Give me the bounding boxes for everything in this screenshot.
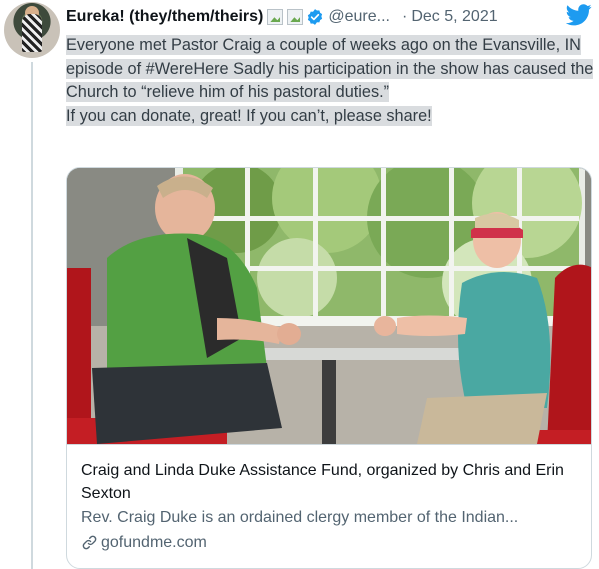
link-card[interactable]: Craig and Linda Duke Assistance Fund, or…: [66, 167, 592, 569]
card-photo-illustration: [67, 168, 591, 444]
card-image[interactable]: [67, 168, 591, 444]
tweet-text: Everyone met Pastor Craig a couple of we…: [66, 34, 594, 128]
tweet-paragraph: If you can donate, great! If you can’t, …: [66, 105, 432, 126]
tweet-date[interactable]: Dec 5, 2021: [411, 8, 497, 26]
broken-image-icon: [287, 9, 304, 25]
author-name[interactable]: Eureka! (they/them/theirs): [66, 8, 263, 26]
tweet-paragraph: Everyone met Pastor Craig a couple of we…: [66, 35, 594, 103]
card-title[interactable]: Craig and Linda Duke Assistance Fund, or…: [81, 459, 579, 505]
card-domain[interactable]: gofundme.com: [81, 531, 579, 554]
verified-badge-icon: [308, 9, 323, 25]
card-domain-text[interactable]: gofundme.com: [101, 531, 207, 554]
card-text[interactable]: Craig and Linda Duke Assistance Fund, or…: [67, 444, 591, 568]
broken-image-icon: [267, 9, 284, 25]
separator-dot: ·: [402, 8, 408, 25]
link-icon: [82, 535, 97, 550]
author-handle[interactable]: @eure...: [328, 8, 390, 26]
twitter-bird-icon[interactable]: [566, 4, 592, 26]
card-description: Rev. Craig Duke is an ordained clergy me…: [81, 509, 519, 526]
thread-line: [31, 62, 33, 569]
tweet-header: Eureka! (they/them/theirs) @eure... · De…: [66, 6, 498, 28]
avatar-figure: [22, 14, 42, 52]
avatar[interactable]: [4, 2, 60, 58]
